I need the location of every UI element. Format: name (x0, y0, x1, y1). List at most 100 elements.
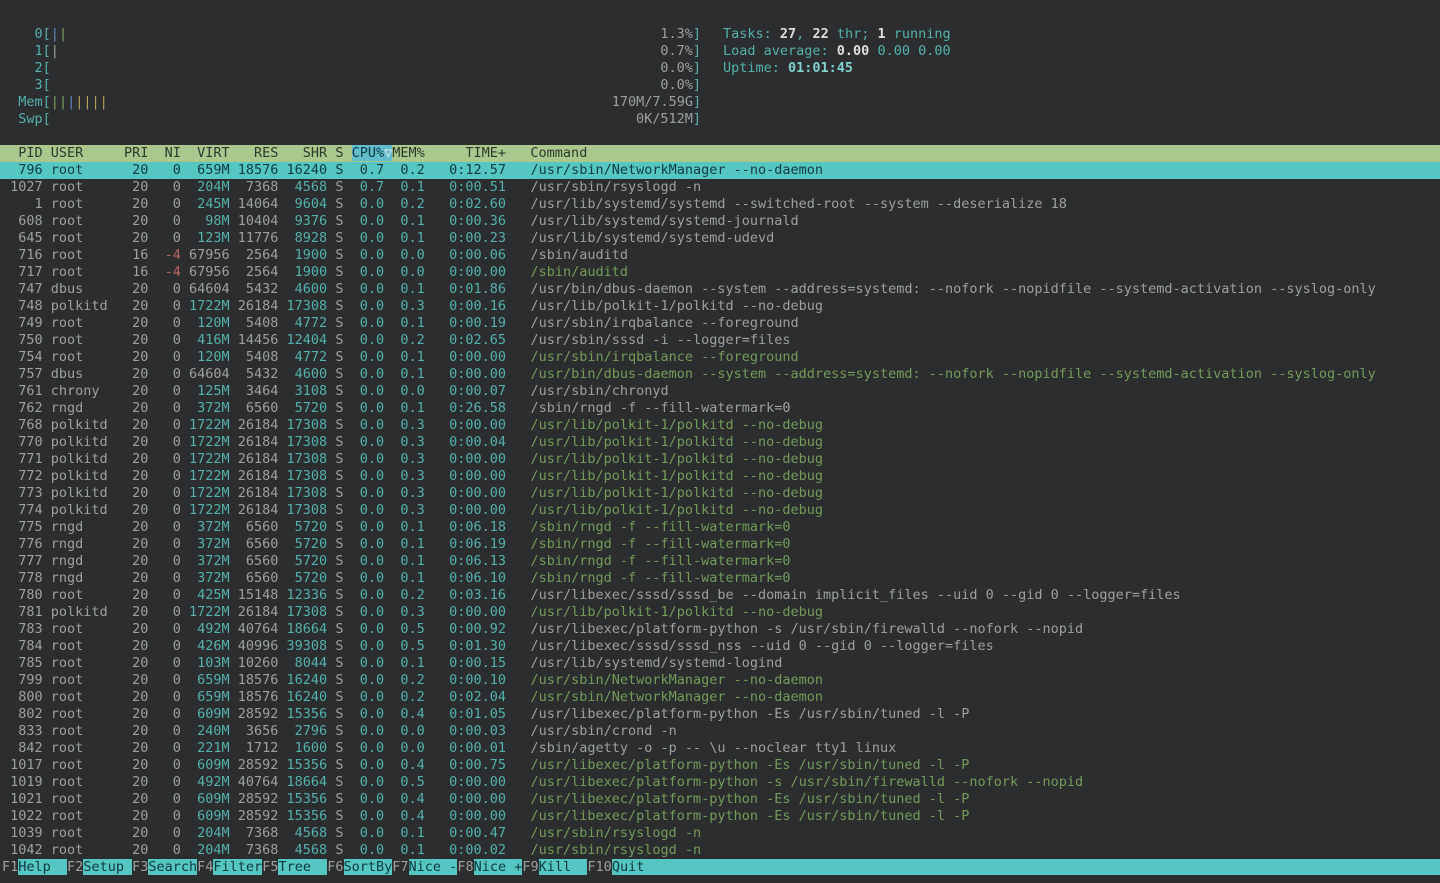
pad (181, 179, 189, 195)
cell-user: root (51, 740, 124, 756)
process-row-802[interactable]: 802 root 20 0 609M 28592 15356 S 0.0 0.4… (0, 706, 1440, 723)
process-row-748[interactable]: 748 polkitd 20 0 1722M 26184 17308 S 0.0… (0, 298, 1440, 315)
pad (2, 60, 18, 76)
column-cpu-sorted[interactable]: CPU%▽ (352, 145, 393, 161)
column-time[interactable]: TIME+ (433, 145, 506, 161)
pad (181, 638, 189, 654)
process-row-1021[interactable]: 1021 root 20 0 609M 28592 15356 S 0.0 0.… (0, 791, 1440, 808)
process-row-645[interactable]: 645 root 20 0 123M 11776 8928 S 0.0 0.1 … (0, 230, 1440, 247)
process-row-716[interactable]: 716 root 16 -4 67956 2564 1900 S 0.0 0.0… (0, 247, 1440, 264)
fkey-f1-help[interactable]: F1Help (2, 859, 67, 875)
pad (230, 264, 238, 280)
process-row-780[interactable]: 780 root 20 0 425M 15148 12336 S 0.0 0.2… (0, 587, 1440, 604)
cell-mem: 0.1 (392, 536, 425, 552)
cell-pid: 772 (2, 468, 51, 484)
fkey-f4-filter[interactable]: F4Filter (197, 859, 262, 875)
cell-state: S (335, 825, 351, 841)
cell-ni: 0 (156, 825, 180, 841)
process-row-833[interactable]: 833 root 20 0 240M 3656 2796 S 0.0 0.0 0… (0, 723, 1440, 740)
process-row-783[interactable]: 783 root 20 0 492M 40764 18664 S 0.0 0.5… (0, 621, 1440, 638)
process-row-717[interactable]: 717 root 16 -4 67956 2564 1900 S 0.0 0.0… (0, 264, 1440, 281)
column-pri[interactable]: PRI (124, 145, 157, 161)
fkey-f9-kill[interactable]: F9Kill (522, 859, 587, 875)
cell-command: /sbin/agetty -o -p -- \u --noclear tty1 … (530, 740, 896, 756)
column-command[interactable]: Command (530, 145, 587, 161)
process-row-1039[interactable]: 1039 root 20 0 204M 7368 4568 S 0.0 0.1 … (0, 825, 1440, 842)
process-row-1022[interactable]: 1022 root 20 0 609M 28592 15356 S 0.0 0.… (0, 808, 1440, 825)
cell-res: 2564 (238, 264, 287, 280)
fkey-f6-sortby[interactable]: F6SortBy (327, 859, 392, 875)
process-row-771[interactable]: 771 polkitd 20 0 1722M 26184 17308 S 0.0… (0, 451, 1440, 468)
fkey-f10-quit[interactable]: F10Quit (587, 859, 1440, 875)
cell-pid: 783 (2, 621, 51, 637)
process-row-774[interactable]: 774 polkitd 20 0 1722M 26184 17308 S 0.0… (0, 502, 1440, 519)
pad (230, 655, 238, 671)
process-row-775[interactable]: 775 rngd 20 0 372M 6560 5720 S 0.0 0.1 0… (0, 519, 1440, 536)
cell-ni: -4 (156, 247, 180, 263)
cell-command: /sbin/rngd -f --fill-watermark=0 (530, 400, 790, 416)
fkey-f2-setup[interactable]: F2Setup (67, 859, 132, 875)
process-row-747[interactable]: 747 dbus 20 0 64604 5432 4600 S 0.0 0.1 … (0, 281, 1440, 298)
process-row-608[interactable]: 608 root 20 0 98M 10404 9376 S 0.0 0.1 0… (0, 213, 1440, 230)
process-row-761[interactable]: 761 chrony 20 0 125M 3464 3108 S 0.0 0.0… (0, 383, 1440, 400)
process-row-785[interactable]: 785 root 20 0 103M 10260 8044 S 0.0 0.1 … (0, 655, 1440, 672)
process-row-1[interactable]: 1 root 20 0 245M 14064 9604 S 0.0 0.2 0:… (0, 196, 1440, 213)
process-row-842[interactable]: 842 root 20 0 221M 1712 1600 S 0.0 0.0 0… (0, 740, 1440, 757)
column-state[interactable]: S (335, 145, 351, 161)
pad (506, 383, 530, 399)
column-pid[interactable]: PID (2, 145, 51, 161)
cell-pri: 16 (124, 247, 157, 263)
process-row-770[interactable]: 770 polkitd 20 0 1722M 26184 17308 S 0.0… (0, 434, 1440, 451)
column-cpu-label[interactable]: CPU% (352, 145, 385, 161)
process-row-773[interactable]: 773 polkitd 20 0 1722M 26184 17308 S 0.0… (0, 485, 1440, 502)
cell-time: 0:02.04 (433, 689, 506, 705)
cell-res: 14064 (238, 196, 287, 212)
cell-time: 0:00.00 (433, 468, 506, 484)
column-res[interactable]: RES (238, 145, 287, 161)
fkey-f5-tree[interactable]: F5Tree (262, 859, 327, 875)
column-user[interactable]: USER (51, 145, 124, 161)
process-row-1042[interactable]: 1042 root 20 0 204M 7368 4568 S 0.0 0.1 … (0, 842, 1440, 859)
process-row-1019[interactable]: 1019 root 20 0 492M 40764 18664 S 0.0 0.… (0, 774, 1440, 791)
cell-mem: 0.3 (392, 451, 425, 467)
cell-command: /usr/lib/polkit-1/polkitd --no-debug (530, 298, 823, 314)
process-row-796[interactable]: 796 root 20 0 659M 18576 16240 S 0.7 0.2… (0, 162, 1440, 179)
column-virt[interactable]: VIRT (189, 145, 238, 161)
process-row-776[interactable]: 776 rngd 20 0 372M 6560 5720 S 0.0 0.1 0… (0, 536, 1440, 553)
cell-state: S (335, 621, 351, 637)
process-row-1017[interactable]: 1017 root 20 0 609M 28592 15356 S 0.0 0.… (0, 757, 1440, 774)
process-row-1027[interactable]: 1027 root 20 0 204M 7368 4568 S 0.7 0.1 … (0, 179, 1440, 196)
process-row-800[interactable]: 800 root 20 0 659M 18576 16240 S 0.0 0.2… (0, 689, 1440, 706)
process-row-757[interactable]: 757 dbus 20 0 64604 5432 4600 S 0.0 0.1 … (0, 366, 1440, 383)
process-row-799[interactable]: 799 root 20 0 659M 18576 16240 S 0.0 0.2… (0, 672, 1440, 689)
cell-res: 26184 (238, 468, 287, 484)
process-row-750[interactable]: 750 root 20 0 416M 14456 12404 S 0.0 0.2… (0, 332, 1440, 349)
column-shr[interactable]: SHR (287, 145, 336, 161)
cell-command: /usr/sbin/rsyslogd -n (530, 842, 701, 858)
process-row-784[interactable]: 784 root 20 0 426M 40996 39308 S 0.0 0.5… (0, 638, 1440, 655)
cell-mem: 0.1 (392, 553, 425, 569)
process-row-781[interactable]: 781 polkitd 20 0 1722M 26184 17308 S 0.0… (0, 604, 1440, 621)
column-ni[interactable]: NI (156, 145, 189, 161)
process-row-754[interactable]: 754 root 20 0 120M 5408 4772 S 0.0 0.1 0… (0, 349, 1440, 366)
process-row-777[interactable]: 777 rngd 20 0 372M 6560 5720 S 0.0 0.1 0… (0, 553, 1440, 570)
fkey-f7-nice-[interactable]: F7Nice - (392, 859, 457, 875)
cell-state: S (335, 706, 351, 722)
process-row-762[interactable]: 762 rngd 20 0 372M 6560 5720 S 0.0 0.1 0… (0, 400, 1440, 417)
cell-user: root (51, 774, 124, 790)
process-table-header[interactable]: PID USER PRI NI VIRT RES SHR S CPU%▽MEM%… (0, 145, 1440, 162)
process-row-768[interactable]: 768 polkitd 20 0 1722M 26184 17308 S 0.0… (0, 417, 1440, 434)
cell-cpu: 0.0 (352, 706, 385, 722)
pad (230, 196, 238, 212)
pad (230, 553, 238, 569)
pad (506, 519, 530, 535)
cell-pid: 768 (2, 417, 51, 433)
process-row-778[interactable]: 778 rngd 20 0 372M 6560 5720 S 0.0 0.1 0… (0, 570, 1440, 587)
cell-pid: 1022 (2, 808, 51, 824)
process-row-749[interactable]: 749 root 20 0 120M 5408 4772 S 0.0 0.1 0… (0, 315, 1440, 332)
column-mem[interactable]: MEM% (392, 145, 433, 161)
process-row-772[interactable]: 772 polkitd 20 0 1722M 26184 17308 S 0.0… (0, 468, 1440, 485)
fkey-f3-search[interactable]: F3Search (132, 859, 197, 875)
pad (425, 808, 433, 824)
fkey-f8-nice+[interactable]: F8Nice + (457, 859, 522, 875)
